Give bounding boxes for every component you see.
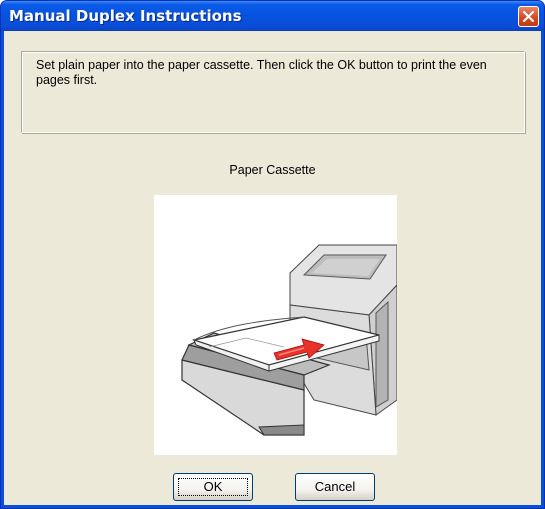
paper-cassette-illustration [154,195,398,455]
instruction-panel: Set plain paper into the paper cassette.… [21,51,525,133]
close-icon [523,11,534,22]
illustration-caption: Paper Cassette [229,163,316,177]
cancel-button-label: Cancel [314,479,356,494]
paper-cassette-image [181,244,398,436]
cancel-button[interactable]: Cancel [295,473,375,501]
window-title: Manual Duplex Instructions [9,7,242,25]
dialog-window: Manual Duplex Instructions Set plain pap… [0,0,545,509]
focus-rectangle [178,478,248,496]
instruction-text: Set plain paper into the paper cassette.… [36,58,487,87]
close-button[interactable] [518,6,539,27]
dialog-body: Set plain paper into the paper cassette.… [4,31,541,505]
ok-button[interactable]: OK [173,473,253,501]
title-bar[interactable]: Manual Duplex Instructions [1,1,544,31]
